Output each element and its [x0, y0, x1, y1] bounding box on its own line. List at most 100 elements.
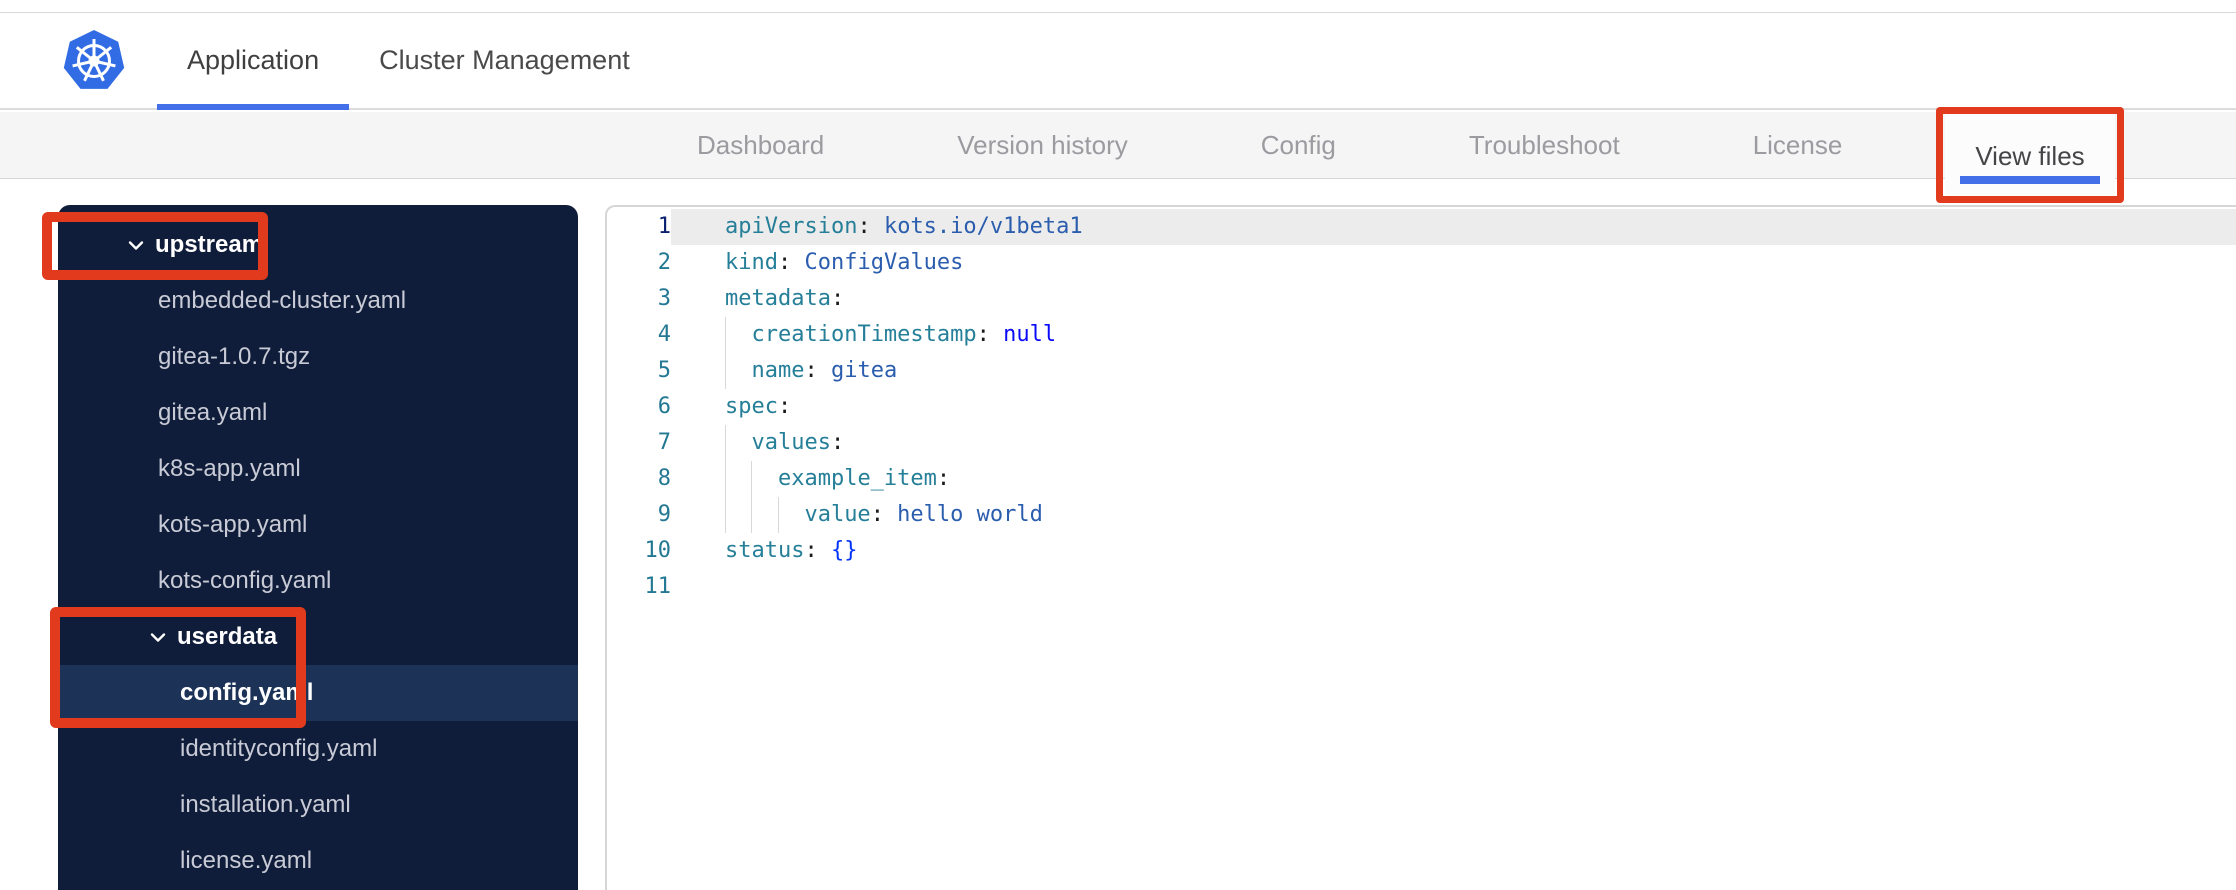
- code-token: kots.io/v1beta1: [870, 214, 1083, 239]
- line-number[interactable]: 11: [607, 569, 672, 605]
- subnav-tab-label: Config: [1260, 129, 1336, 160]
- subnav-tab-troubleshoot[interactable]: Troubleshoot: [1439, 112, 1650, 178]
- code-line-11[interactable]: 11: [607, 569, 2236, 605]
- tree-item-label: kots-app.yaml: [158, 511, 308, 538]
- tree-item-label: config.yaml: [180, 679, 314, 706]
- header-tab-label: Application: [187, 45, 320, 75]
- subnav-tab-dashboard[interactable]: Dashboard: [667, 112, 854, 178]
- code-line-7[interactable]: 7 values:: [607, 425, 2236, 461]
- header-tabs: Application Cluster Management: [0, 13, 2236, 110]
- code-token: :: [830, 286, 845, 311]
- code-token: :: [777, 394, 792, 419]
- code-line-content[interactable]: spec:: [671, 389, 2236, 425]
- tree-item-label: gitea.yaml: [158, 399, 268, 426]
- tree-file-kots-app-yaml[interactable]: kots-app.yaml: [58, 497, 578, 553]
- code-token: :: [804, 538, 818, 563]
- tree-folder-userdata[interactable]: userdata: [50, 607, 578, 728]
- code-line-content[interactable]: example_item:: [671, 461, 2236, 497]
- app-header: Application Cluster Management: [0, 13, 2236, 110]
- code-line-3[interactable]: 3 metadata:: [607, 281, 2236, 317]
- code-line-9[interactable]: 9 value: hello world: [607, 497, 2236, 533]
- line-number[interactable]: 3: [607, 281, 671, 317]
- line-number[interactable]: 1: [607, 209, 671, 245]
- code-token: ConfigValues: [791, 250, 964, 275]
- subnav-tabs: Dashboard Version history Config Troublesho…: [0, 107, 2236, 203]
- code-token: name: [751, 358, 805, 383]
- code-token: status: [725, 538, 805, 563]
- tree-item-label: gitea-1.0.7.tgz: [158, 343, 311, 370]
- code-token: spec: [725, 394, 778, 419]
- subnav-tab-view-files[interactable]: View files: [1936, 107, 2124, 203]
- line-number[interactable]: 5: [607, 353, 671, 389]
- tree-file-license-yaml[interactable]: license.yaml: [58, 833, 578, 889]
- subnav-tab-label: View files: [1975, 140, 2085, 171]
- subnav-tab-label: Version history: [957, 129, 1128, 160]
- code-token: :: [936, 466, 951, 491]
- subnav-tab-version-history[interactable]: Version history: [927, 112, 1158, 178]
- indent-guide: [725, 317, 751, 353]
- code-editor[interactable]: 1 apiVersion: kots.io/v1beta1 2 kind: Confi…: [605, 205, 2236, 890]
- tree-file-kots-config-yaml[interactable]: kots-config.yaml: [58, 553, 578, 609]
- code-token: {}: [817, 538, 858, 563]
- code-line-content[interactable]: kind: ConfigValues: [671, 245, 2236, 281]
- subnav-tab-license[interactable]: License: [1723, 112, 1873, 178]
- code-token: creationTimestamp: [751, 322, 977, 347]
- tree-item-label: identityconfig.yaml: [180, 735, 378, 762]
- code-line-content[interactable]: name: gitea: [671, 353, 2236, 389]
- code-token: hello world: [883, 502, 1043, 527]
- line-number[interactable]: 2: [607, 245, 671, 281]
- subnav-tab-label: Dashboard: [697, 129, 825, 160]
- kots-admin-console: Application Cluster Management Dashboard V…: [0, 0, 2236, 890]
- code-token: :: [976, 322, 990, 347]
- tree-file-installation-yaml[interactable]: installation.yaml: [58, 777, 578, 833]
- code-token: metadata: [725, 286, 831, 311]
- code-line-8[interactable]: 8 example_item:: [607, 461, 2236, 497]
- code-line-content[interactable]: value: hello world: [671, 497, 2236, 533]
- tree-item-label: k8s-app.yaml: [158, 455, 301, 482]
- code-line-4[interactable]: 4 creationTimestamp: null: [607, 317, 2236, 353]
- code-token: example_item: [777, 466, 937, 491]
- chevron-down-icon: [150, 632, 166, 643]
- header-tab-application[interactable]: Application: [157, 13, 350, 110]
- code-token: :: [857, 214, 871, 239]
- indent-guide: [725, 425, 751, 461]
- code-line-1[interactable]: 1 apiVersion: kots.io/v1beta1: [607, 209, 2236, 245]
- tree-item-label: embedded-cluster.yaml: [158, 287, 407, 314]
- header-tab-cluster-management[interactable]: Cluster Management: [349, 13, 660, 108]
- line-number[interactable]: 6: [607, 389, 671, 425]
- tree-item-label: userdata: [177, 623, 278, 650]
- tree-file-gitea-yaml[interactable]: gitea.yaml: [58, 385, 578, 441]
- code-token: apiVersion: [725, 214, 858, 239]
- indent-guide: [777, 497, 804, 533]
- code-line-6[interactable]: 6 spec:: [607, 389, 2236, 425]
- code-line-content[interactable]: values:: [671, 425, 2236, 461]
- code-line-content[interactable]: [671, 569, 2236, 605]
- code-token: :: [830, 430, 845, 455]
- tree-file-identityconfig-yaml[interactable]: identityconfig.yaml: [58, 721, 578, 777]
- code-line-content[interactable]: status: {}: [671, 533, 2236, 569]
- line-number[interactable]: 4: [607, 317, 671, 353]
- line-number[interactable]: 10: [607, 533, 672, 569]
- tree-item-label: license.yaml: [180, 847, 313, 874]
- line-number[interactable]: 9: [607, 497, 671, 533]
- code-token: values: [751, 430, 831, 455]
- code-line-2[interactable]: 2 kind: ConfigValues: [607, 245, 2236, 281]
- tree-folder-upstream[interactable]: upstream: [42, 212, 578, 280]
- tree-file-gitea-1-0-7-tgz[interactable]: gitea-1.0.7.tgz: [58, 329, 578, 385]
- code-token: :: [804, 358, 818, 383]
- line-number[interactable]: 7: [607, 425, 671, 461]
- tree-file-config-yaml[interactable]: config.yaml: [58, 665, 578, 721]
- code-line-5[interactable]: 5 name: gitea: [607, 353, 2236, 389]
- tree-item-label: installation.yaml: [180, 791, 351, 818]
- tree-file-k8s-app-yaml[interactable]: k8s-app.yaml: [58, 441, 578, 497]
- code-line-content[interactable]: metadata:: [671, 281, 2236, 317]
- app-subnav: Dashboard Version history Config Troublesho…: [0, 107, 2236, 203]
- subnav-tab-config[interactable]: Config: [1231, 112, 1366, 178]
- tree-item-label: kots-config.yaml: [158, 567, 332, 594]
- tree-file-embedded-cluster-yaml[interactable]: embedded-cluster.yaml: [58, 273, 578, 329]
- code-line-content[interactable]: apiVersion: kots.io/v1beta1: [671, 209, 2236, 245]
- code-line-content[interactable]: creationTimestamp: null: [671, 317, 2236, 353]
- code-line-10[interactable]: 10 status: {}: [607, 533, 2236, 569]
- line-number[interactable]: 8: [607, 461, 671, 497]
- subnav-tab-label: License: [1752, 129, 1843, 160]
